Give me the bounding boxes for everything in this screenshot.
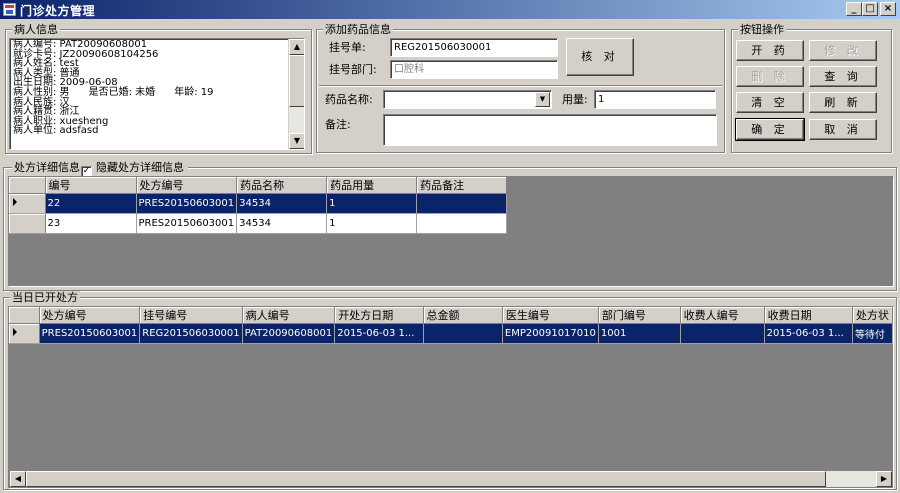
today-grid[interactable]: 处方编号 挂号编号 病人编号 开处方日期 总金额 医生编号 部门编号 收费人编号 收费日期 处方状… <box>8 306 894 489</box>
dosage-input[interactable]: 1 <box>594 90 716 109</box>
row-header[interactable] <box>9 213 46 234</box>
row-header[interactable] <box>9 323 40 344</box>
table-cell[interactable]: 22 <box>45 193 137 214</box>
add-drug-title: 添加药品信息 <box>323 23 393 36</box>
scroll-left-icon[interactable]: ◀ <box>10 471 26 487</box>
reg-label: 挂号单: <box>329 41 366 54</box>
query-button[interactable]: 查 询 <box>809 66 877 87</box>
dept-label: 挂号部门: <box>329 63 377 76</box>
column-header[interactable]: 收费日期 <box>764 307 853 324</box>
dosage-label: 用量: <box>562 93 588 106</box>
row-header-corner <box>9 177 46 194</box>
actions-title: 按钮操作 <box>738 23 786 36</box>
column-header[interactable]: 挂号编号 <box>139 307 243 324</box>
table-cell[interactable]: 34534 <box>236 213 328 234</box>
table-cell[interactable]: PRES20150603001 <box>136 213 238 234</box>
table-cell[interactable] <box>416 193 508 214</box>
table-cell[interactable]: REG201506030001 <box>139 323 243 344</box>
column-header[interactable]: 处方编号 <box>136 177 238 194</box>
hide-detail-label[interactable]: 隐藏处方详细信息 <box>96 161 184 174</box>
table-cell[interactable]: PRES20150603001 <box>39 323 141 344</box>
column-header[interactable]: 总金额 <box>423 307 503 324</box>
table-row[interactable]: 22 PRES20150603001 34534 1 <box>9 193 508 214</box>
detail-table: 编号 处方编号 药品名称 药品用量 药品备注 22 PRES20150603001 3453… <box>9 177 508 234</box>
add-drug-divider <box>319 85 722 87</box>
table-row[interactable]: PRES20150603001 REG201506030001 PAT2009060… <box>9 323 893 344</box>
scroll-thumb[interactable] <box>289 55 304 107</box>
detail-title: 处方详细信息 <box>14 161 80 174</box>
today-title: 当日已开处方 <box>10 291 80 304</box>
current-row-icon <box>13 328 17 336</box>
refresh-button[interactable]: 刷 新 <box>809 92 877 113</box>
column-header[interactable]: 药品名称 <box>236 177 328 194</box>
table-cell[interactable] <box>416 213 508 234</box>
window-title: 门诊处方管理 <box>20 4 96 18</box>
today-hscrollbar[interactable]: ◀ ▶ <box>10 471 892 487</box>
column-header[interactable]: 编号 <box>45 177 137 194</box>
drug-name-select[interactable]: ▼ <box>383 90 552 109</box>
table-row[interactable]: 23 PRES20150603001 34534 1 <box>9 213 508 234</box>
scroll-up-icon[interactable]: ▲ <box>289 39 304 55</box>
current-row-icon <box>13 198 17 206</box>
column-header[interactable]: 开处方日期 <box>334 307 424 324</box>
table-cell[interactable]: 1 <box>326 213 418 234</box>
scroll-down-icon[interactable]: ▼ <box>289 133 304 149</box>
verify-button[interactable]: 核 对 <box>566 38 634 76</box>
column-header[interactable]: 药品备注 <box>416 177 508 194</box>
row-header[interactable] <box>9 193 46 214</box>
table-cell[interactable]: 2015-06-03 1... <box>764 323 853 344</box>
cancel-button[interactable]: 取 消 <box>809 119 877 140</box>
dept-input[interactable]: 口腔科 <box>390 60 558 79</box>
patient-info-textbox[interactable]: 病人编号: PAT20090608001 就诊卡号: JZ200906081042… <box>9 38 305 150</box>
table-cell[interactable]: EMP20091017010 <box>502 323 599 344</box>
patient-info-title: 病人信息 <box>12 23 60 36</box>
app-icon <box>3 3 16 16</box>
note-input[interactable] <box>383 114 717 146</box>
clear-button[interactable]: 清 空 <box>736 92 804 113</box>
patient-info-scrollbar[interactable]: ▲ ▼ <box>288 39 304 149</box>
prescribe-button[interactable]: 开 药 <box>736 40 804 61</box>
reg-input[interactable]: REG201506030001 <box>390 38 558 57</box>
column-header[interactable]: 处方状 <box>852 307 893 324</box>
table-cell[interactable] <box>423 323 503 344</box>
patient-info-line: 病人单位: adsfasd <box>13 125 99 137</box>
column-header[interactable]: 医生编号 <box>502 307 599 324</box>
title-bar: 门诊处方管理 _ □ × <box>0 0 900 19</box>
row-header-corner <box>9 307 40 324</box>
detail-grid[interactable]: 编号 处方编号 药品名称 药品用量 药品备注 22 PRES20150603001 3453… <box>8 176 894 287</box>
table-cell[interactable]: 1001 <box>598 323 681 344</box>
delete-button[interactable]: 删 除 <box>736 66 804 87</box>
detail-title-wrap: 处方详细信息 ✓ 隐藏处方详细信息 <box>12 161 188 177</box>
table-cell[interactable]: 34534 <box>236 193 328 214</box>
table-cell[interactable]: 1 <box>326 193 418 214</box>
drug-name-label: 药品名称: <box>325 93 373 106</box>
table-cell[interactable]: 等待付 <box>852 323 893 344</box>
table-cell[interactable]: PAT20090608001 <box>242 323 336 344</box>
table-cell[interactable]: PRES20150603001 <box>136 193 238 214</box>
confirm-button[interactable]: 确 定 <box>735 118 805 141</box>
note-label: 备注: <box>325 118 351 131</box>
hscroll-thumb[interactable] <box>26 471 826 487</box>
close-button[interactable]: × <box>880 2 896 16</box>
scroll-right-icon[interactable]: ▶ <box>876 471 892 487</box>
column-header[interactable]: 收费人编号 <box>680 307 765 324</box>
column-header[interactable]: 药品用量 <box>326 177 418 194</box>
column-header[interactable]: 处方编号 <box>39 307 141 324</box>
minimize-button[interactable]: _ <box>846 2 862 16</box>
table-cell[interactable] <box>680 323 765 344</box>
patient-info-lines: 病人编号: PAT20090608001 就诊卡号: JZ200906081042… <box>13 40 291 136</box>
today-table: 处方编号 挂号编号 病人编号 开处方日期 总金额 医生编号 部门编号 收费人编号 收费日期 处方状… <box>9 307 893 344</box>
chevron-down-icon[interactable]: ▼ <box>535 92 550 107</box>
table-cell[interactable]: 23 <box>45 213 137 234</box>
maximize-button[interactable]: □ <box>862 2 878 16</box>
column-header[interactable]: 病人编号 <box>242 307 336 324</box>
table-cell[interactable]: 2015-06-03 1... <box>334 323 424 344</box>
modify-button[interactable]: 修 改 <box>809 40 877 61</box>
column-header[interactable]: 部门编号 <box>598 307 681 324</box>
